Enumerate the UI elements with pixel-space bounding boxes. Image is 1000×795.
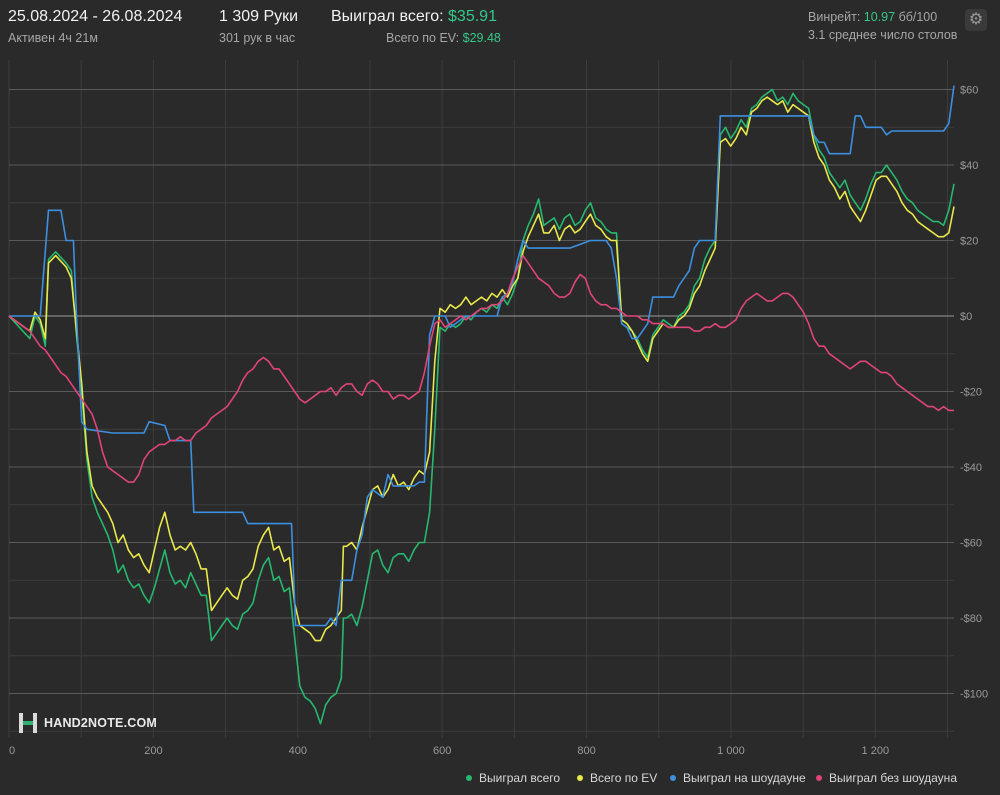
legend-item-non-showdown[interactable]: Выиграл без шоудауна: [816, 771, 957, 785]
x-tick-label: 200: [144, 745, 162, 757]
legend-item-ev[interactable]: Всего по EV: [577, 771, 657, 785]
legend-item-won-total[interactable]: Выиграл всего: [466, 771, 560, 785]
logo-mark-icon: [19, 713, 37, 733]
series-line-3: [8, 254, 954, 483]
x-tick-label: 1 000: [717, 745, 745, 757]
x-tick-label: 800: [577, 745, 595, 757]
x-tick-label: 1 200: [862, 745, 890, 757]
series-line-0: [8, 88, 955, 725]
legend-label: Выиграл без шоудауна: [829, 771, 957, 785]
chart-legend: Выиграл всего Всего по EV Выиграл на шоу…: [466, 768, 986, 788]
y-tick-label: -$60: [960, 538, 982, 550]
x-tick-label: 0: [9, 745, 15, 757]
y-tick-label: -$100: [960, 689, 988, 701]
y-tick-label: $20: [960, 236, 978, 248]
legend-dot: [816, 774, 822, 781]
x-tick-label: 600: [433, 745, 451, 757]
y-tick-label: -$80: [960, 613, 982, 625]
y-tick-label: $60: [960, 85, 978, 97]
legend-dot: [577, 774, 583, 781]
legend-label: Выиграл всего: [479, 771, 561, 785]
series-line-2: [9, 85, 955, 627]
x-tick-label: 400: [289, 745, 307, 757]
series-line-1: [8, 96, 955, 642]
graph-chart: $60 $40 $20 $0 -$20 -$40 -$60 -$80 -$100 0 200 400 6…: [8, 60, 988, 757]
grid: [8, 60, 954, 738]
legend-item-showdown[interactable]: Выиграл на шоудауне: [670, 771, 806, 785]
y-tick-label: $40: [960, 160, 978, 172]
y-tick-label: -$40: [960, 462, 982, 474]
legend-dot: [466, 774, 472, 781]
y-tick-label: -$20: [960, 387, 982, 399]
legend-dot: [670, 774, 676, 781]
y-tick-label: $0: [960, 311, 972, 323]
logo-text: HAND2NOTE.COM: [44, 716, 158, 730]
legend-label: Выиграл на шоудауне: [683, 771, 806, 785]
series-lines: [8, 85, 955, 725]
legend-label: Всего по EV: [590, 771, 658, 785]
